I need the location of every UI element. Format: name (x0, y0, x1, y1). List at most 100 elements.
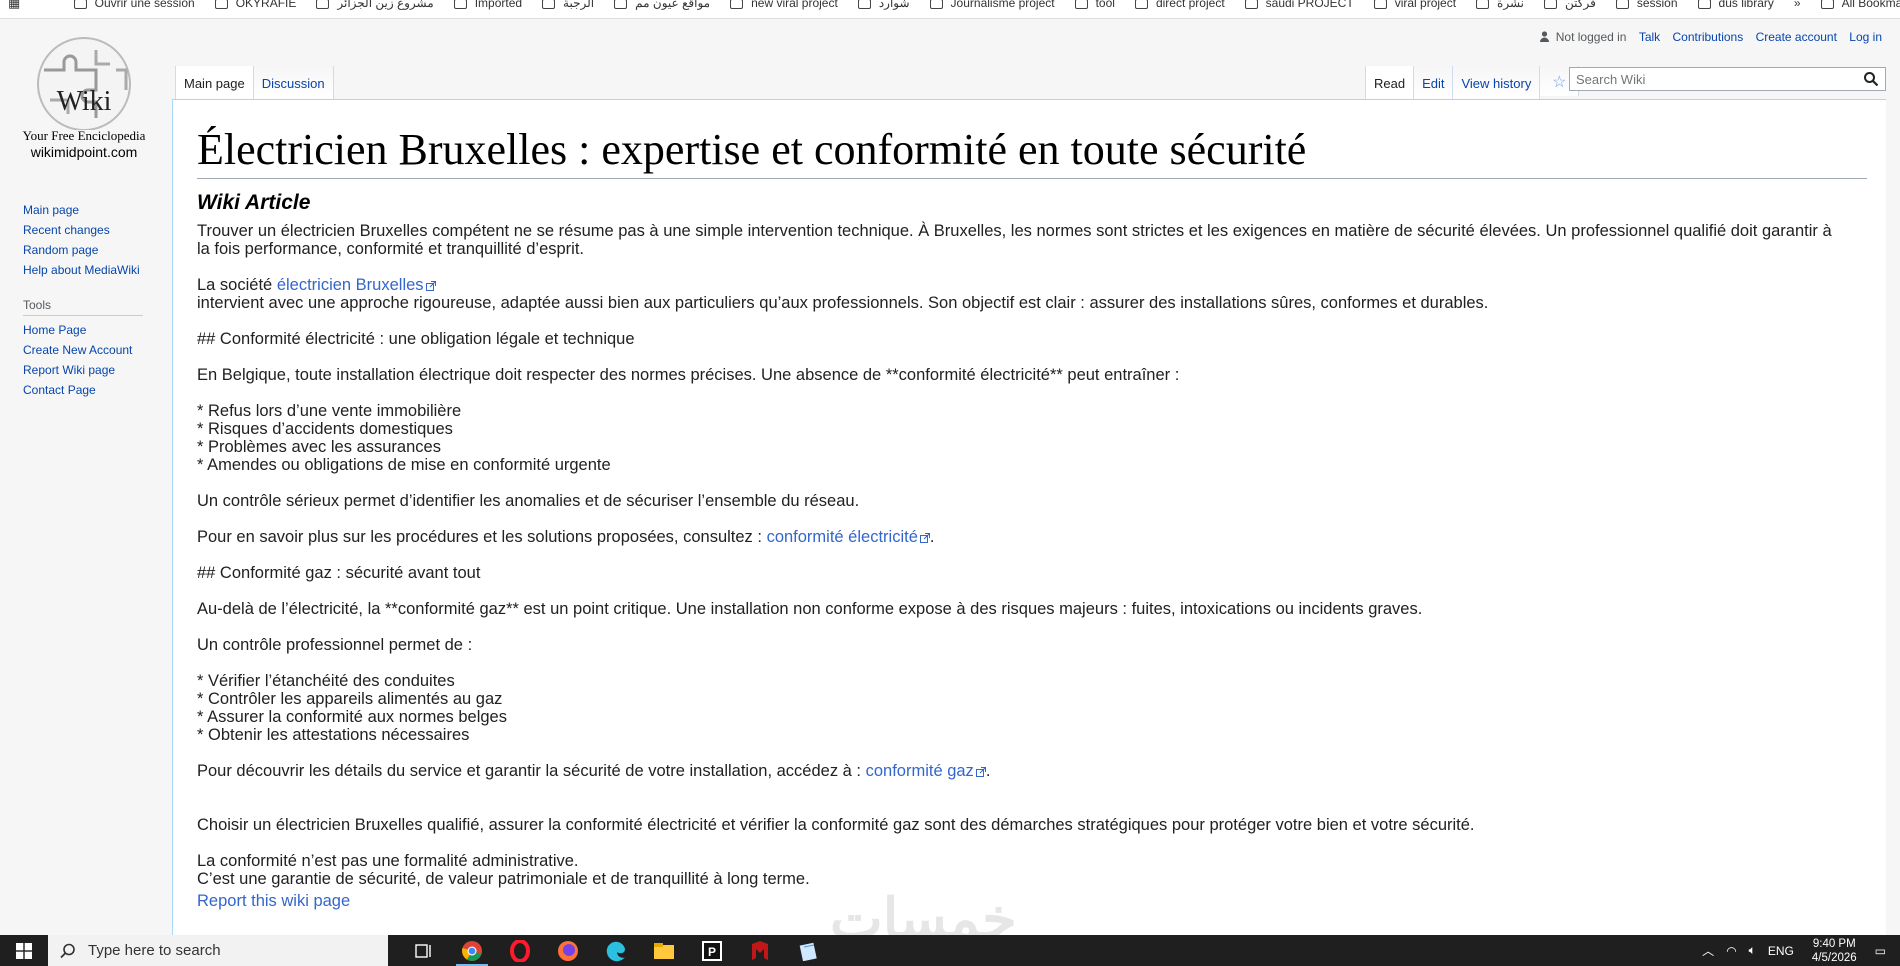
folder-icon (1820, 0, 1834, 9)
search-icon[interactable] (1863, 71, 1879, 87)
bookmark-label: مواقع عيون مم (635, 0, 711, 10)
bookmark-folder[interactable]: شوارد (857, 0, 910, 10)
edge-icon[interactable] (592, 935, 640, 966)
tab-discussion[interactable]: Discussion (253, 66, 334, 100)
list-item: * Problèmes avec les assurances (197, 438, 441, 456)
bookmark-label: tool (1095, 0, 1115, 10)
paragraph-conclusion: Choisir un électricien Bruxelles qualifi… (197, 816, 1475, 834)
notepad-icon[interactable] (784, 935, 832, 966)
mcafee-icon[interactable] (736, 935, 784, 966)
bookmark-folder[interactable]: OKYRAFIE (214, 0, 297, 10)
chevron-up-icon[interactable]: ︿ (1702, 942, 1714, 959)
final-line-2: C’est une garantie de sécurité, de valeu… (197, 870, 810, 888)
windows-start-icon[interactable] (0, 935, 48, 966)
bookmark-folder[interactable]: tool (1074, 0, 1115, 10)
bookmark-label: OKYRAFIE (235, 0, 297, 10)
folder-icon (730, 0, 744, 9)
folder-icon (1544, 0, 1557, 9)
bookmark-folder[interactable]: Journalisme project (929, 0, 1055, 10)
bookmark-label: الرجبة (563, 0, 595, 10)
bookmark-folder[interactable]: new viral project (730, 0, 838, 10)
clock-time: 9:40 PM (1812, 937, 1856, 950)
folder-icon (1476, 0, 1490, 9)
bookmark-folder[interactable]: مواقع عيون مم (614, 0, 710, 10)
bookmark-folder[interactable]: Ouvrir une session (73, 0, 195, 10)
tab-read[interactable]: Read (1365, 66, 1415, 100)
bookmark-folder[interactable]: Imported (453, 0, 523, 10)
tools-heading: Tools (23, 298, 143, 316)
bookmark-folder[interactable]: direct project (1134, 0, 1225, 10)
folder-icon (929, 0, 943, 9)
period: . (929, 528, 935, 546)
bookmark-folder[interactable]: الرجبة (542, 0, 594, 10)
sidebar-item-contact[interactable]: Contact Page (23, 380, 153, 400)
search-input[interactable] (1570, 68, 1862, 90)
clock[interactable]: 9:40 PM 4/5/2026 (1812, 937, 1857, 965)
bookmark-folder[interactable]: dus library (1697, 0, 1774, 10)
logo-site-name: wikimidpoint.com (30, 144, 138, 160)
folder-icon (453, 0, 467, 9)
external-link-icon (919, 532, 930, 543)
task-view-icon[interactable] (400, 935, 448, 966)
conformite-gaz-link[interactable]: conformité gaz (866, 762, 986, 780)
search-box (1569, 67, 1886, 91)
bookmark-label: saudi PROJECT (1265, 0, 1354, 10)
create-account-link[interactable]: Create account (1756, 30, 1837, 44)
taskbar-search-placeholder: Type here to search (88, 942, 221, 959)
language-indicator[interactable]: ENG (1768, 944, 1794, 958)
bookmark-folder[interactable]: فركتن (1544, 0, 1596, 10)
period: . (985, 762, 991, 780)
sidebar-item-main-page[interactable]: Main page (23, 200, 153, 220)
login-link[interactable]: Log in (1849, 30, 1882, 44)
tools-portlet: Home Page Create New Account Report Wiki… (23, 320, 153, 400)
folder-icon (73, 0, 87, 9)
bookmark-label: Imported (474, 0, 523, 10)
tab-view-history[interactable]: View history (1453, 66, 1541, 100)
firefox-icon[interactable] (544, 935, 592, 966)
sidebar-item-home-page[interactable]: Home Page (23, 320, 153, 340)
list-item: * Risques d’accidents domestiques (197, 420, 453, 438)
sidebar-item-report-wiki[interactable]: Report Wiki page (23, 360, 153, 380)
bookmark-label: direct project (1155, 0, 1225, 10)
talk-link[interactable]: Talk (1639, 30, 1660, 44)
sidebar-item-create-account[interactable]: Create New Account (23, 340, 153, 360)
opera-icon[interactable] (496, 935, 544, 966)
user-icon (1540, 31, 1550, 42)
site-logo[interactable]: Wiki Your Free Enciclopedia wikimidpoint… (14, 30, 154, 180)
electricien-bruxelles-link[interactable]: électricien Bruxelles (277, 276, 436, 294)
chrome-icon[interactable] (448, 935, 496, 966)
bookmark-folder[interactable]: saudi PROJECT (1244, 0, 1354, 10)
sidebar-item-random-page[interactable]: Random page (23, 240, 153, 260)
sidebar-item-help[interactable]: Help about MediaWiki (23, 260, 153, 280)
taskbar-search[interactable]: Type here to search (48, 935, 388, 966)
notifications-icon[interactable]: ▭ (1875, 944, 1886, 958)
list-item: * Vérifier l’étanchéité des conduites (197, 672, 455, 690)
report-wiki-link[interactable]: Report this wiki page (197, 892, 350, 910)
bookmark-folder[interactable]: مشروع زين الجزائر (316, 0, 434, 10)
bookmark-folder[interactable]: session (1615, 0, 1678, 10)
sidebar-item-recent-changes[interactable]: Recent changes (23, 220, 153, 240)
list-risks: * Refus lors d’une vente immobilière * R… (197, 402, 1837, 474)
heading-conformite-electricite: ## Conformité électricité : une obligati… (197, 330, 635, 348)
tab-edit[interactable]: Edit (1414, 66, 1454, 100)
volume-icon[interactable]: 🔈︎ (1749, 943, 1756, 958)
bookmark-folder[interactable]: viral project (1373, 0, 1456, 10)
more-bookmarks-icon[interactable]: » (1794, 0, 1801, 10)
app-p-icon[interactable]: P (688, 935, 736, 966)
contributions-link[interactable]: Contributions (1673, 30, 1744, 44)
bookmark-label: نشرة (1497, 0, 1524, 10)
folder-icon (1615, 0, 1629, 9)
navigation-portlet: Main page Recent changes Random page Hel… (23, 200, 153, 280)
all-bookmarks[interactable]: All Bookmarks (1820, 0, 1900, 10)
file-explorer-icon[interactable] (640, 935, 688, 966)
folder-icon (316, 0, 330, 9)
bookmark-folder[interactable]: نشرة (1476, 0, 1524, 10)
apps-grid-icon[interactable]: ▦ (8, 0, 50, 11)
tab-main-page[interactable]: Main page (175, 66, 254, 100)
bookmark-label: dus library (1718, 0, 1774, 10)
logo-word: Wiki (57, 86, 112, 117)
system-tray: ︿ ◠ 🔈︎ ENG 9:40 PM 4/5/2026 ▭ (1696, 937, 1900, 965)
bookmark-label: session (1636, 0, 1678, 10)
wifi-icon[interactable]: ◠ (1726, 944, 1736, 958)
conformite-electricite-link[interactable]: conformité électricité (767, 528, 930, 546)
